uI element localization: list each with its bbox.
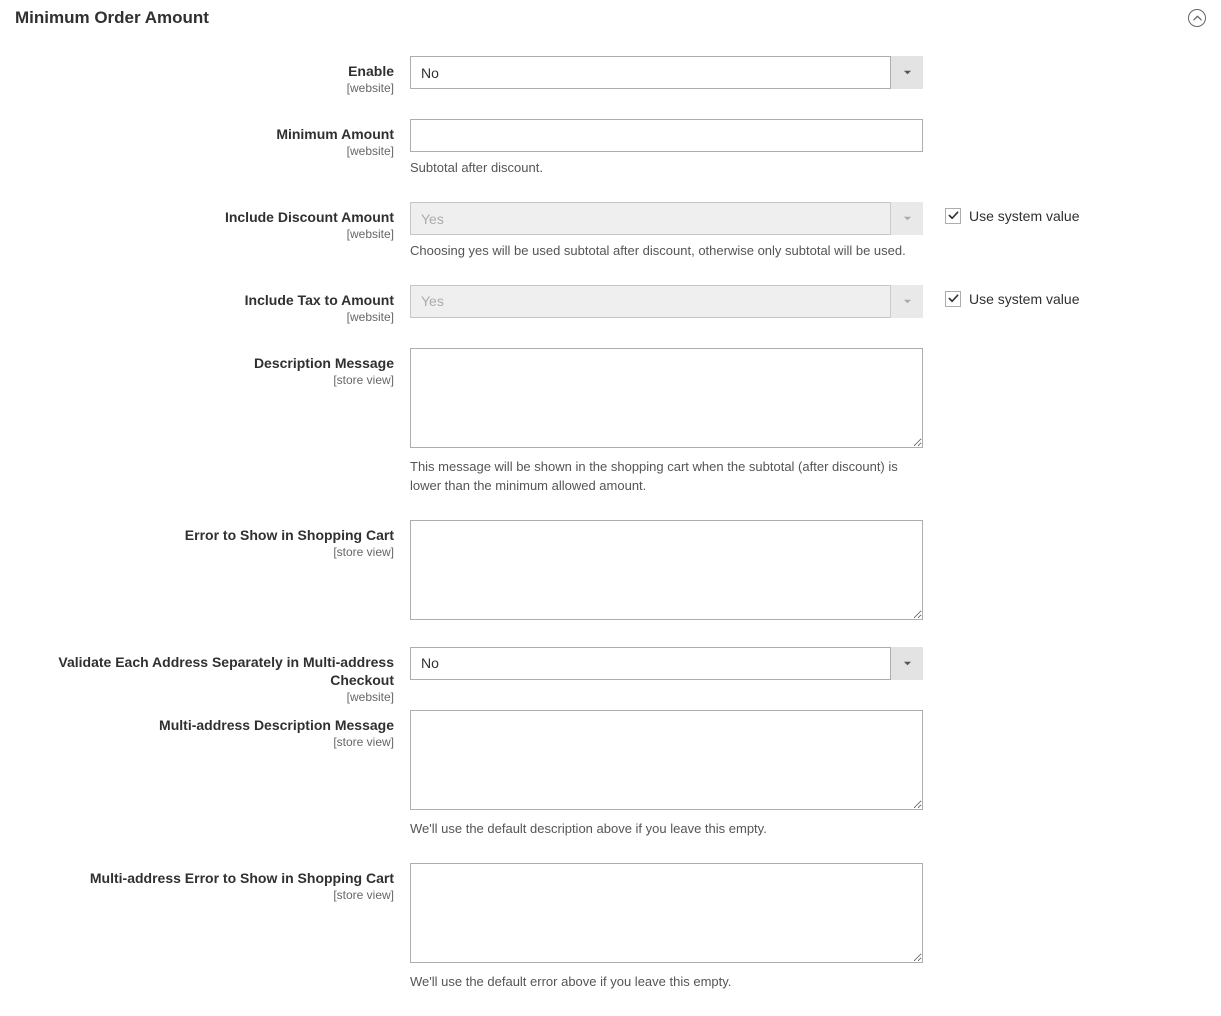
minimum-amount-input[interactable] <box>410 119 923 152</box>
use-system-value-label[interactable]: Use system value <box>969 291 1079 307</box>
field-label-col: Include Discount Amount [website] <box>15 202 410 241</box>
field-label: Include Discount Amount <box>15 208 394 226</box>
field-error-cart: Error to Show in Shopping Cart [store vi… <box>15 520 1206 623</box>
field-label: Validate Each Address Separately in Mult… <box>15 653 394 689</box>
field-label-col: Include Tax to Amount [website] <box>15 285 410 324</box>
field-scope: [store view] <box>15 735 394 749</box>
field-control: Yes <box>410 285 923 318</box>
description-message-textarea[interactable] <box>410 348 923 448</box>
field-scope: [store view] <box>15 888 394 902</box>
field-scope: [website] <box>15 310 394 324</box>
collapse-toggle[interactable] <box>1188 9 1206 27</box>
field-label-col: Validate Each Address Separately in Mult… <box>15 647 410 704</box>
field-help: This message will be shown in the shoppi… <box>410 458 923 496</box>
field-include-discount: Include Discount Amount [website] Yes Ch… <box>15 202 1206 261</box>
field-control: We'll use the default error above if you… <box>410 863 923 992</box>
validate-multi-select[interactable]: No <box>410 647 923 680</box>
validate-multi-select-wrapper: No <box>410 647 923 680</box>
chevron-up-icon <box>1193 10 1202 26</box>
field-label: Multi-address Error to Show in Shopping … <box>15 869 394 887</box>
checkmark-icon <box>948 208 959 224</box>
field-validate-multi: Validate Each Address Separately in Mult… <box>15 647 1206 704</box>
section-header: Minimum Order Amount <box>15 0 1206 56</box>
multi-error-textarea[interactable] <box>410 863 923 963</box>
field-control: Subtotal after discount. <box>410 119 923 178</box>
field-control: We'll use the default description above … <box>410 710 923 839</box>
field-label-col: Enable [website] <box>15 56 410 95</box>
enable-select[interactable]: No <box>410 56 923 89</box>
error-cart-textarea[interactable] <box>410 520 923 620</box>
field-help: We'll use the default error above if you… <box>410 973 923 992</box>
field-multi-error: Multi-address Error to Show in Shopping … <box>15 863 1206 992</box>
field-label-col: Description Message [store view] <box>15 348 410 387</box>
field-label: Minimum Amount <box>15 125 394 143</box>
field-enable: Enable [website] No <box>15 56 1206 95</box>
field-scope: [website] <box>15 690 394 704</box>
multi-desc-textarea[interactable] <box>410 710 923 810</box>
field-help: Choosing yes will be used subtotal after… <box>410 242 923 261</box>
field-description-message: Description Message [store view] This me… <box>15 348 1206 496</box>
include-discount-select-wrapper: Yes <box>410 202 923 235</box>
include-tax-select-wrapper: Yes <box>410 285 923 318</box>
field-include-tax: Include Tax to Amount [website] Yes Use … <box>15 285 1206 324</box>
use-system-value-label[interactable]: Use system value <box>969 208 1079 224</box>
field-multi-desc: Multi-address Description Message [store… <box>15 710 1206 839</box>
field-control: This message will be shown in the shoppi… <box>410 348 923 496</box>
enable-select-wrapper: No <box>410 56 923 89</box>
field-label: Description Message <box>15 354 394 372</box>
use-system-value-col: Use system value <box>923 202 1079 224</box>
field-label: Multi-address Description Message <box>15 716 394 734</box>
checkmark-icon <box>948 291 959 307</box>
include-tax-select: Yes <box>410 285 923 318</box>
field-label-col: Minimum Amount [website] <box>15 119 410 158</box>
field-label-col: Error to Show in Shopping Cart [store vi… <box>15 520 410 559</box>
field-scope: [website] <box>15 81 394 95</box>
field-label-col: Multi-address Description Message [store… <box>15 710 410 749</box>
use-system-value-checkbox[interactable] <box>945 291 961 307</box>
use-system-value-col: Use system value <box>923 285 1079 307</box>
field-help: We'll use the default description above … <box>410 820 923 839</box>
include-discount-select: Yes <box>410 202 923 235</box>
field-label: Enable <box>15 62 394 80</box>
field-scope: [store view] <box>15 373 394 387</box>
field-scope: [website] <box>15 227 394 241</box>
field-scope: [store view] <box>15 545 394 559</box>
field-scope: [website] <box>15 144 394 158</box>
section-title: Minimum Order Amount <box>15 8 209 28</box>
use-system-value-checkbox[interactable] <box>945 208 961 224</box>
field-label-col: Multi-address Error to Show in Shopping … <box>15 863 410 902</box>
field-control: Yes Choosing yes will be used subtotal a… <box>410 202 923 261</box>
field-label: Error to Show in Shopping Cart <box>15 526 394 544</box>
field-help: Subtotal after discount. <box>410 159 923 178</box>
field-control: No <box>410 647 923 680</box>
field-label: Include Tax to Amount <box>15 291 394 309</box>
field-control: No <box>410 56 923 89</box>
field-minimum-amount: Minimum Amount [website] Subtotal after … <box>15 119 1206 178</box>
field-control <box>410 520 923 623</box>
